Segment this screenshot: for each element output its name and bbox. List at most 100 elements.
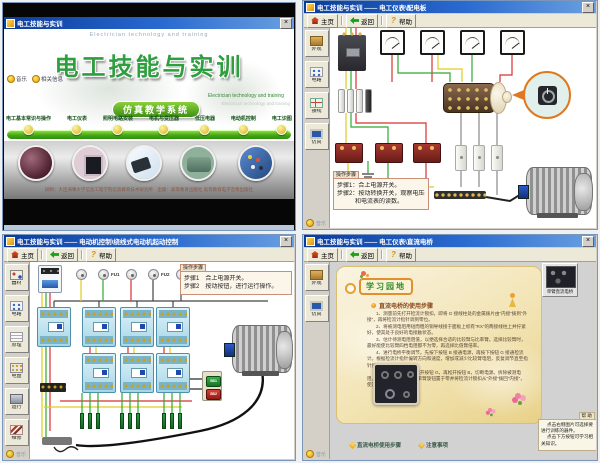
meter-sim-window: 电工技能与实训 —— 电工仪表\配电板 × 主页 返回 帮助 外观 电路 接线 … <box>302 0 598 230</box>
info-icon <box>32 75 40 83</box>
menu-item-schematics[interactable]: 电工识图 <box>272 115 292 141</box>
fuse[interactable] <box>76 269 87 280</box>
sidebar-item-appearance[interactable]: 外观 <box>305 30 329 57</box>
music-toggle[interactable]: 音乐 <box>306 219 326 227</box>
current-transformer-1[interactable] <box>335 143 363 163</box>
menu-button-icon[interactable] <box>276 124 287 135</box>
terminal-connector[interactable] <box>40 383 66 392</box>
contactor[interactable] <box>120 353 154 393</box>
terminal-strip[interactable] <box>42 437 72 445</box>
sidebar-item-simulation[interactable]: 仿真 <box>305 123 329 150</box>
sidebar-item-repair[interactable]: 维修 <box>5 419 29 446</box>
motor[interactable] <box>526 167 592 215</box>
sidebar-item-appearance[interactable]: 外观 <box>305 264 329 291</box>
back-icon <box>350 17 359 24</box>
help-button[interactable]: 帮助 <box>386 14 416 28</box>
close-button[interactable]: × <box>280 18 292 29</box>
help-button[interactable]: 帮助 <box>86 248 116 262</box>
main-menu-row: 电工基本常识与操作 电工仪表 照明电路安装 电机与变压器 低压电器 电动机控制 … <box>6 115 292 141</box>
rotary-cam-switch[interactable] <box>443 83 495 113</box>
menu-item-basics[interactable]: 电工基本常识与操作 <box>6 115 51 141</box>
device-thumbnail-button[interactable]: 单臂直流电桥 <box>542 263 578 297</box>
home-button[interactable]: 主页 <box>7 248 38 262</box>
menu-item-meters[interactable]: 电工仪表 <box>67 115 87 141</box>
sidebar-item-panel[interactable]: 电盘 <box>5 357 29 384</box>
music-toggle[interactable]: 音乐 <box>7 75 27 83</box>
music-toggle[interactable]: 音乐 <box>306 450 326 458</box>
fuse-cartridge[interactable] <box>347 89 354 113</box>
menu-button-icon[interactable] <box>238 124 249 135</box>
logo-caption-faint: Electrician technology and training <box>221 101 290 106</box>
letterbox-bottom <box>4 199 294 225</box>
sidebar-item-simulation[interactable]: 仿真 <box>305 295 329 322</box>
close-button[interactable]: × <box>582 236 594 247</box>
sidebar-item-wiring[interactable]: 接线 <box>305 92 329 119</box>
back-label: 返回 <box>61 250 74 260</box>
close-button[interactable]: × <box>280 236 292 247</box>
current-transformer-3[interactable] <box>413 143 441 163</box>
fuse[interactable] <box>148 269 159 280</box>
contactor[interactable] <box>156 307 190 347</box>
menu-button-icon[interactable] <box>112 124 123 135</box>
fuse-cartridge[interactable] <box>365 89 372 113</box>
operation-steps-box: 操作步骤 步骤1 合上电源开关。 步骤2 按动按钮，进行运行操作。 <box>180 271 292 295</box>
back-button[interactable]: 返回 <box>346 14 378 28</box>
start-button[interactable]: SB1 <box>206 376 221 387</box>
sidebar-item-circuit[interactable]: 电路 <box>305 61 329 88</box>
fuse-holder[interactable] <box>473 145 485 171</box>
motor[interactable] <box>232 325 292 373</box>
menu-item-motors-transformers[interactable]: 电机与变压器 <box>149 115 179 141</box>
menu-button-icon[interactable] <box>199 124 210 135</box>
starting-resistor <box>178 413 182 429</box>
sidebar-label: 运行 <box>11 405 21 410</box>
breaker-lever[interactable] <box>42 280 58 288</box>
stop-button[interactable]: SB2 <box>206 389 221 400</box>
sidebar-item-circuit[interactable]: 电路 <box>5 295 29 322</box>
back-button[interactable]: 返回 <box>46 248 78 262</box>
contactor-label <box>48 322 64 332</box>
contactor[interactable] <box>120 307 154 347</box>
terminal-strip[interactable] <box>434 191 486 199</box>
music-toggle[interactable]: 音乐 <box>6 450 26 458</box>
link-label: 直流电桥使用步骤 <box>357 441 401 449</box>
menu-item-lighting[interactable]: 照明电路安装 <box>103 115 133 141</box>
back-label: 返回 <box>361 250 374 260</box>
close-button[interactable]: × <box>582 2 594 13</box>
circuit-breaker[interactable] <box>38 265 62 293</box>
sidebar-label: 电路 <box>11 312 21 317</box>
sidebar-item-equipment[interactable]: 器材 <box>5 264 29 291</box>
photo-wires <box>18 145 54 181</box>
menu-button-icon[interactable] <box>23 124 34 135</box>
fuse[interactable] <box>98 269 109 280</box>
circuit-breaker[interactable] <box>338 35 366 71</box>
link-precautions[interactable]: 注意事项 <box>419 441 448 449</box>
menu-button-icon[interactable] <box>158 124 169 135</box>
fuse-cartridge[interactable] <box>356 89 363 113</box>
menu-button-icon[interactable] <box>71 124 82 135</box>
sidebar-label: 仿真 <box>311 140 321 145</box>
info-link[interactable]: 相关信息 <box>32 75 63 83</box>
window-frame-bottom <box>4 225 294 231</box>
fuse[interactable] <box>126 269 137 280</box>
current-transformer-2[interactable] <box>375 143 403 163</box>
contactor[interactable] <box>156 353 190 393</box>
switch-knob-zoom[interactable] <box>538 86 557 105</box>
breaker-lever[interactable] <box>346 48 359 57</box>
sidebar-item-principle[interactable]: 原理 <box>5 326 29 353</box>
menu-item-motor-control[interactable]: 电动机控制 <box>231 115 256 141</box>
fuse-holder[interactable] <box>491 145 503 171</box>
link-bridge-steps[interactable]: 直流电桥使用步骤 <box>350 441 401 449</box>
sidebar-label: 原理 <box>11 343 21 348</box>
help-button[interactable]: 帮助 <box>386 248 416 262</box>
contactor[interactable] <box>37 307 71 347</box>
fuse-cartridge[interactable] <box>338 89 345 113</box>
contactor[interactable] <box>82 307 116 347</box>
fuse-holder[interactable] <box>455 145 467 171</box>
back-button[interactable]: 返回 <box>346 248 378 262</box>
home-button[interactable]: 主页 <box>307 248 338 262</box>
home-button[interactable]: 主页 <box>307 14 338 28</box>
contactor[interactable] <box>82 353 116 393</box>
menu-item-label: 照明电路安装 <box>103 115 133 122</box>
menu-item-lv-apparatus[interactable]: 低压电器 <box>195 115 215 141</box>
sidebar-item-run[interactable]: 运行 <box>5 388 29 415</box>
